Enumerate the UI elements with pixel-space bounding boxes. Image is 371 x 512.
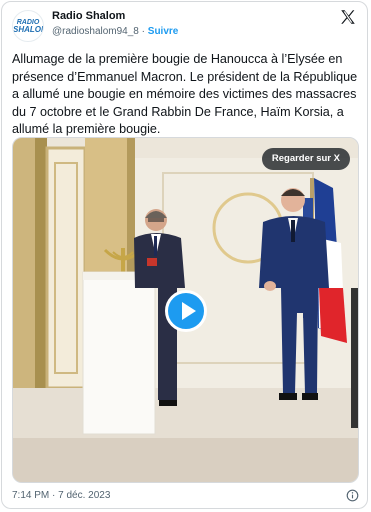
- account-handle[interactable]: @radioshalom94_8: [52, 26, 139, 37]
- play-icon[interactable]: [165, 290, 207, 332]
- tweet-time[interactable]: 7:14 PM: [12, 490, 49, 501]
- x-logo-icon[interactable]: [339, 8, 357, 26]
- info-icon[interactable]: [346, 489, 359, 502]
- video-player[interactable]: Regarder sur X: [12, 137, 359, 483]
- handle-row: @radioshalom94_8 · Suivre: [52, 26, 178, 37]
- timestamp[interactable]: 7:14 PM · 7 déc. 2023: [12, 490, 110, 501]
- follow-button[interactable]: Suivre: [148, 26, 179, 37]
- separator-dot: ·: [141, 26, 145, 37]
- display-name[interactable]: Radio Shalom: [52, 10, 125, 22]
- date-separator: ·: [52, 490, 56, 501]
- avatar[interactable]: RADIO SHALOM: [12, 10, 44, 42]
- avatar-text-line2: SHALOM: [13, 25, 43, 34]
- tweet-date[interactable]: 7 déc. 2023: [58, 490, 110, 501]
- tweet-text: Allumage de la première bougie de Hanouc…: [12, 52, 358, 137]
- watch-on-x-button[interactable]: Regarder sur X: [261, 148, 350, 170]
